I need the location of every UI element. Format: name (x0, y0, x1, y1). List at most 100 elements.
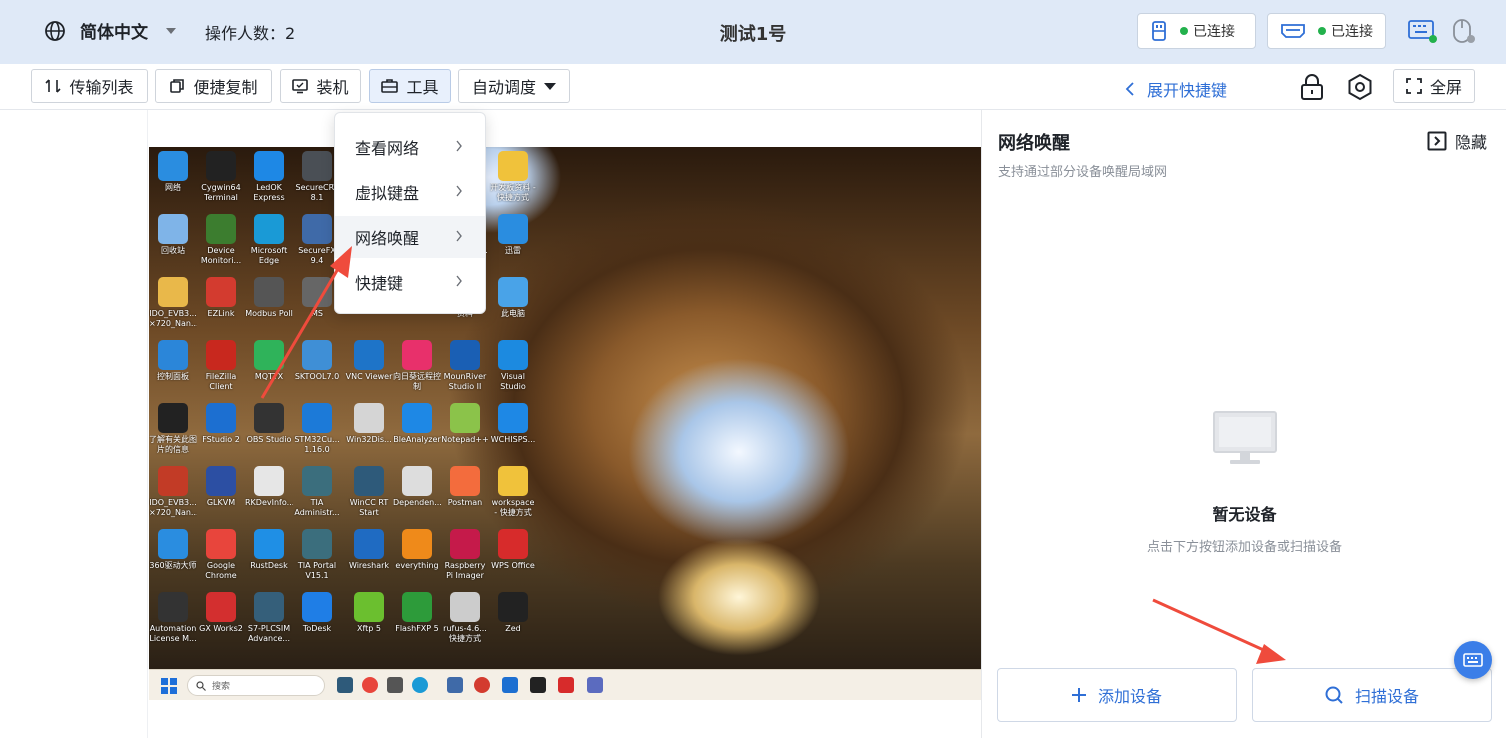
app-icon (498, 151, 528, 181)
desktop-icon[interactable]: WCHISPS... (489, 399, 537, 455)
taskbar-terminal-icon[interactable] (530, 677, 546, 693)
desktop-icon[interactable]: VNC Viewer (345, 336, 393, 392)
desktop-icon[interactable]: BleAnalyzer (393, 399, 441, 455)
quick-copy-button[interactable]: 便捷复制 (155, 69, 272, 103)
keyboard-status-icon[interactable] (1407, 18, 1437, 44)
app-icon (498, 340, 528, 370)
hdmi-connection-badge[interactable]: 已连接 (1267, 13, 1386, 49)
desktop-icon-label: 开发板资料 - 快捷方式 (490, 183, 536, 202)
app-icon (498, 592, 528, 622)
language-label: 简体中文 (80, 23, 148, 43)
menu-item-label: 虚拟键盘 (355, 184, 420, 203)
menu-item-shortcuts[interactable]: 快捷键 (335, 261, 485, 303)
desktop-icon[interactable]: Raspberry Pi Imager (441, 525, 489, 581)
lock-icon[interactable] (1299, 73, 1325, 101)
desktop-icon[interactable]: rufus-4.6... 快捷方式 (441, 588, 489, 644)
search-icon (1325, 686, 1343, 704)
desktop-icon[interactable]: WPS Office (489, 525, 537, 581)
fullscreen-button[interactable]: 全屏 (1393, 69, 1475, 103)
menu-item-virtual-keyboard[interactable]: 虚拟键盘 (335, 171, 485, 213)
desktop-icon[interactable]: 开发板资料 - 快捷方式 (489, 147, 537, 203)
taskbar-edge-icon[interactable] (412, 677, 428, 693)
windows-start-icon[interactable] (161, 678, 177, 694)
app-icon (354, 466, 384, 496)
desktop-icon[interactable]: Notepad++ (441, 399, 489, 455)
desktop-icon-label: Dependen... (393, 498, 441, 507)
desktop-icon[interactable]: Win32Dis... (345, 399, 393, 455)
remote-search-box[interactable]: 搜索 (187, 675, 325, 696)
add-device-button[interactable]: 添加设备 (997, 668, 1237, 722)
operator-count: 操作人数：2 (205, 24, 296, 43)
app-icon (402, 529, 432, 559)
remote-desktop-screen[interactable]: 网络 Cygwin64 Terminal LedOK Express SecureCR… (149, 147, 981, 669)
wake-on-lan-panel: 网络唤醒 支持通过部分设备唤醒局域网 隐藏 暂无设备 点击下方按钮添加设备或扫描… (981, 110, 1506, 738)
scan-device-button[interactable]: 扫描设备 (1252, 668, 1492, 722)
desktop-icon[interactable]: Dependen... (393, 462, 441, 518)
desktop-icon-label: Postman (447, 498, 483, 507)
menu-item-wake-on-lan[interactable]: 网络唤醒 (335, 216, 485, 258)
settings-hexagon-icon[interactable] (1346, 73, 1374, 101)
tools-button[interactable]: 工具 (369, 69, 451, 103)
desktop-icon-label: MounRiver Studio II (443, 372, 487, 391)
desktop-icon[interactable]: MounRiver Studio II (441, 336, 489, 392)
desktop-icon[interactable]: Xftp 5 (345, 588, 393, 644)
app-icon (450, 529, 480, 559)
app-icon (498, 277, 528, 307)
expand-shortcuts-link[interactable]: 展开快捷键 (1125, 77, 1227, 101)
transfer-list-button[interactable]: 传输列表 (31, 69, 148, 103)
taskbar-app-icon[interactable] (337, 677, 353, 693)
desktop-icon[interactable]: workspace - 快捷方式 (489, 462, 537, 518)
toolbar: 传输列表 便捷复制 装机 工具 自动调度 展开快捷键 全屏 (0, 64, 1506, 110)
chevron-left-icon (1125, 82, 1134, 96)
tools-label: 工具 (406, 78, 439, 97)
taskbar-app-icon[interactable] (387, 677, 403, 693)
desktop-icon-label: WinCC RT Start (349, 498, 389, 517)
desktop-icon[interactable]: Wireshark (345, 525, 393, 581)
taskbar-app-icon[interactable] (474, 677, 490, 693)
desktop-icon-label: Xftp 5 (356, 624, 381, 633)
usb-status-text: 已连接 (1193, 24, 1235, 40)
chevron-right-icon (456, 140, 462, 152)
desktop-icon[interactable]: 迅雷 (489, 210, 537, 266)
monitor-icon (292, 79, 309, 94)
taskbar-app-icon[interactable] (587, 677, 603, 693)
usb-connection-badge[interactable]: 已连接 (1137, 13, 1256, 49)
app-icon (498, 466, 528, 496)
remote-taskbar[interactable]: 搜索 (149, 669, 981, 700)
expand-shortcuts-label: 展开快捷键 (1147, 81, 1228, 100)
desktop-icon[interactable]: Zed (489, 588, 537, 644)
menu-item-view-network[interactable]: 查看网络 (335, 126, 485, 168)
taskbar-chrome-icon[interactable] (362, 677, 378, 693)
desktop-icon[interactable]: FlashFXP 5 (393, 588, 441, 644)
floating-keyboard-button[interactable] (1454, 641, 1492, 679)
taskbar-wps-icon[interactable] (558, 677, 574, 693)
desktop-icon[interactable]: Postman (441, 462, 489, 518)
desktop-icon[interactable]: 向日葵远程控制 (393, 336, 441, 392)
install-button[interactable]: 装机 (280, 69, 361, 103)
app-icon (450, 592, 480, 622)
auto-adjust-label: 自动调度 (471, 78, 536, 97)
panel-title: 网络唤醒 (998, 133, 1070, 154)
mouse-status-icon[interactable] (1450, 18, 1478, 46)
desktop-icon[interactable]: everything (393, 525, 441, 581)
search-placeholder: 搜索 (212, 682, 231, 692)
app-icon (402, 592, 432, 622)
chevron-down-icon (166, 27, 176, 34)
hide-panel-button[interactable]: 隐藏 (1427, 129, 1487, 153)
caret-down-icon (544, 82, 556, 90)
taskbar-app-icon[interactable] (502, 677, 518, 693)
auto-adjust-dropdown[interactable]: 自动调度 (458, 69, 570, 103)
app-icon (450, 340, 480, 370)
desktop-icon-label: Wireshark (348, 561, 390, 570)
left-gutter (0, 110, 148, 738)
desktop-icon[interactable]: 此电脑 (489, 273, 537, 329)
language-selector[interactable]: 简体中文 (44, 18, 176, 43)
hide-label: 隐藏 (1455, 133, 1488, 152)
search-icon (196, 680, 206, 691)
desktop-icon[interactable]: Visual Studio Code (489, 336, 537, 392)
desktop-icon-label: everything (395, 561, 439, 570)
desktop-icon[interactable]: WinCC RT Start (345, 462, 393, 518)
desktop-icon-label: BleAnalyzer (393, 435, 441, 444)
keyboard-icon (1463, 653, 1483, 667)
taskbar-app-icon[interactable] (447, 677, 463, 693)
